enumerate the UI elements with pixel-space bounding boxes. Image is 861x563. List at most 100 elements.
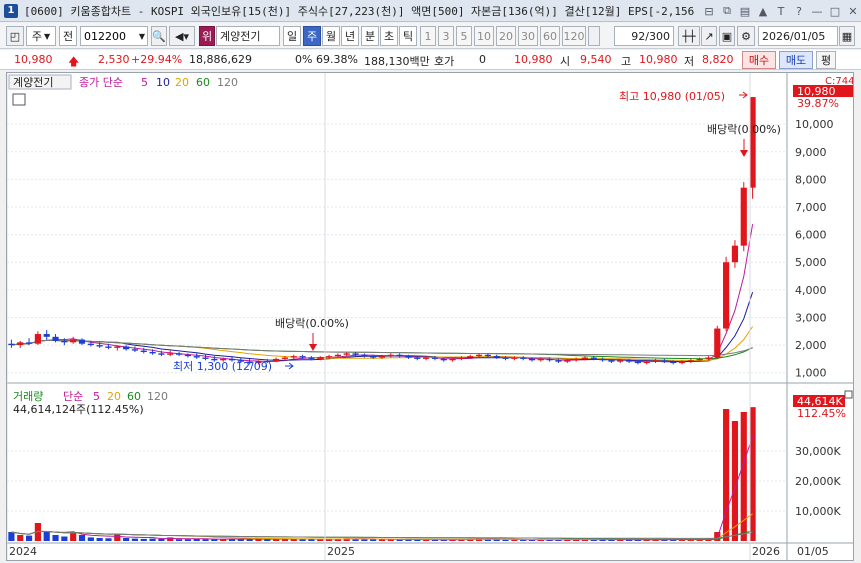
- interval-10-button[interactable]: 10: [474, 26, 494, 46]
- search-icon[interactable]: 🔍: [151, 26, 167, 46]
- stock-code-field[interactable]: [81, 27, 139, 45]
- table-toggle-icon[interactable]: [12, 93, 26, 106]
- price-change: 2,530: [98, 53, 130, 66]
- candle-body: [625, 360, 633, 362]
- candle-body: [131, 349, 139, 351]
- sound-icon[interactable]: ◀▾: [169, 26, 195, 46]
- volume-bar: [87, 537, 94, 541]
- buy-button[interactable]: 매수: [742, 51, 776, 69]
- chart-svg: 계양전기 종가 단순 5 10 20 60 120 10,000 9,000 8,0…: [6, 73, 861, 560]
- print-icon[interactable]: ▤: [737, 3, 753, 19]
- sell-button[interactable]: 매도: [779, 51, 813, 69]
- help-icon[interactable]: ?: [791, 3, 807, 19]
- mode-select[interactable]: 주 ▼: [26, 26, 56, 46]
- candle-body: [546, 358, 553, 361]
- prev-button[interactable]: 전: [59, 26, 77, 46]
- candle-body: [537, 358, 544, 361]
- dividend-2-arrow-icon: [740, 150, 748, 157]
- interval-30-button[interactable]: 30: [518, 26, 538, 46]
- volume-ma-line-120: [11, 530, 753, 539]
- candle-body: [140, 350, 147, 352]
- minimize-icon[interactable]: —: [809, 3, 825, 19]
- time-axis-labels: 2024 2025 2026 01/05: [6, 73, 829, 560]
- candle-body: [184, 354, 191, 357]
- close-icon[interactable]: ✕: [845, 3, 861, 19]
- pin-icon[interactable]: ▲: [755, 3, 771, 19]
- date-field[interactable]: 2026/01/05: [758, 26, 838, 46]
- period-day-tab[interactable]: 일: [283, 26, 301, 46]
- interval-60-button[interactable]: 60: [540, 26, 560, 46]
- candle-body: [520, 357, 527, 359]
- current-price: 10,980: [14, 53, 53, 66]
- candle-body: [78, 339, 86, 344]
- code-dropdown-icon[interactable]: ▼: [139, 32, 147, 41]
- candle-body: [643, 361, 650, 364]
- candle-body: [696, 358, 703, 361]
- font-icon[interactable]: T: [773, 3, 789, 19]
- candle-body: [281, 357, 289, 359]
- high-annotation: 최고 10,980 (01/05): [619, 90, 725, 103]
- calendar-icon[interactable]: ▦: [839, 26, 855, 46]
- chart-area[interactable]: 계양전기 종가 단순 5 10 20 60 120 10,000 9,000 8,0…: [6, 72, 861, 561]
- candle-body: [290, 356, 297, 358]
- eval-button[interactable]: 평: [816, 51, 836, 69]
- legend-ma-60: 60: [196, 76, 210, 89]
- low-annotation: 최저 1,300 (12/09): [173, 360, 272, 373]
- open-label: 시: [560, 55, 571, 68]
- legend-ma-20: 20: [175, 76, 189, 89]
- candle-body: [714, 328, 721, 358]
- period-week-tab[interactable]: 주: [303, 26, 321, 46]
- period-year-tab[interactable]: 년: [341, 26, 359, 46]
- candle-body: [387, 354, 394, 357]
- maximize-icon[interactable]: □: [827, 3, 843, 19]
- period-minute-tab[interactable]: 분: [361, 26, 379, 46]
- interval-dropdown-icon[interactable]: [588, 26, 600, 46]
- volume-bar: [43, 532, 50, 541]
- volume-tick-label: 10,000K: [795, 505, 841, 518]
- save-icon[interactable]: ▣: [719, 26, 735, 46]
- moving-averages: [11, 224, 754, 363]
- period-tick-tab[interactable]: 틱: [399, 26, 417, 46]
- trade-amount: 188,130백만: [364, 55, 430, 68]
- open-value: 9,540: [580, 53, 612, 66]
- volume-bar: [17, 535, 24, 541]
- stock-code-input[interactable]: ▼: [80, 26, 148, 46]
- interval-20-button[interactable]: 20: [496, 26, 516, 46]
- gear-icon[interactable]: ⚙: [737, 26, 755, 46]
- interval-120-button[interactable]: 120: [562, 26, 586, 46]
- interval-1-button[interactable]: 1: [420, 26, 436, 46]
- draw-tool-icon[interactable]: ↗: [701, 26, 717, 46]
- candle-body: [193, 356, 200, 358]
- volume-bar: [378, 539, 386, 541]
- volume-panel-close-icon[interactable]: [844, 390, 853, 399]
- volume-legend-ma-120: 120: [147, 390, 168, 403]
- volume-bar: [61, 536, 68, 541]
- save-layout-icon[interactable]: ⊟: [701, 3, 717, 19]
- quote-bar: 10,980 🡅 2,530 +29.94% 18,886,629 0% 69.…: [0, 50, 861, 70]
- period-month-tab[interactable]: 월: [322, 26, 340, 46]
- chart-type-icon[interactable]: ◰: [6, 26, 24, 46]
- candle-body: [414, 357, 421, 359]
- time-tick-label: 2024: [9, 545, 37, 558]
- candle-body: [581, 357, 589, 359]
- candle-body: [317, 357, 324, 359]
- candle-body: [43, 334, 50, 337]
- interval-5-button[interactable]: 5: [456, 26, 472, 46]
- legend-ma-label: 종가 단순: [79, 76, 123, 89]
- candle-style-icon[interactable]: ┼┼: [678, 26, 700, 46]
- period-second-tab[interactable]: 초: [380, 26, 398, 46]
- candle-count-field[interactable]: 92/300: [614, 26, 674, 46]
- candle-body: [431, 357, 439, 359]
- volume-tick-label: 20,000K: [795, 475, 841, 488]
- volume-legend-ma-label: 단순: [63, 390, 83, 403]
- time-tick-label: 01/05: [797, 545, 829, 558]
- window-copy-icon[interactable]: ⧉: [719, 3, 735, 19]
- volume-ma-line-5: [11, 436, 754, 541]
- volume-ratio: 0% 69.38%: [295, 53, 358, 66]
- bid-price: 10,980: [514, 53, 553, 66]
- candle-body: [634, 361, 641, 364]
- interval-3-button[interactable]: 3: [438, 26, 454, 46]
- candle-body: [405, 356, 412, 358]
- volume-bar: [493, 539, 500, 541]
- price-tick-label: 8,000: [795, 173, 827, 186]
